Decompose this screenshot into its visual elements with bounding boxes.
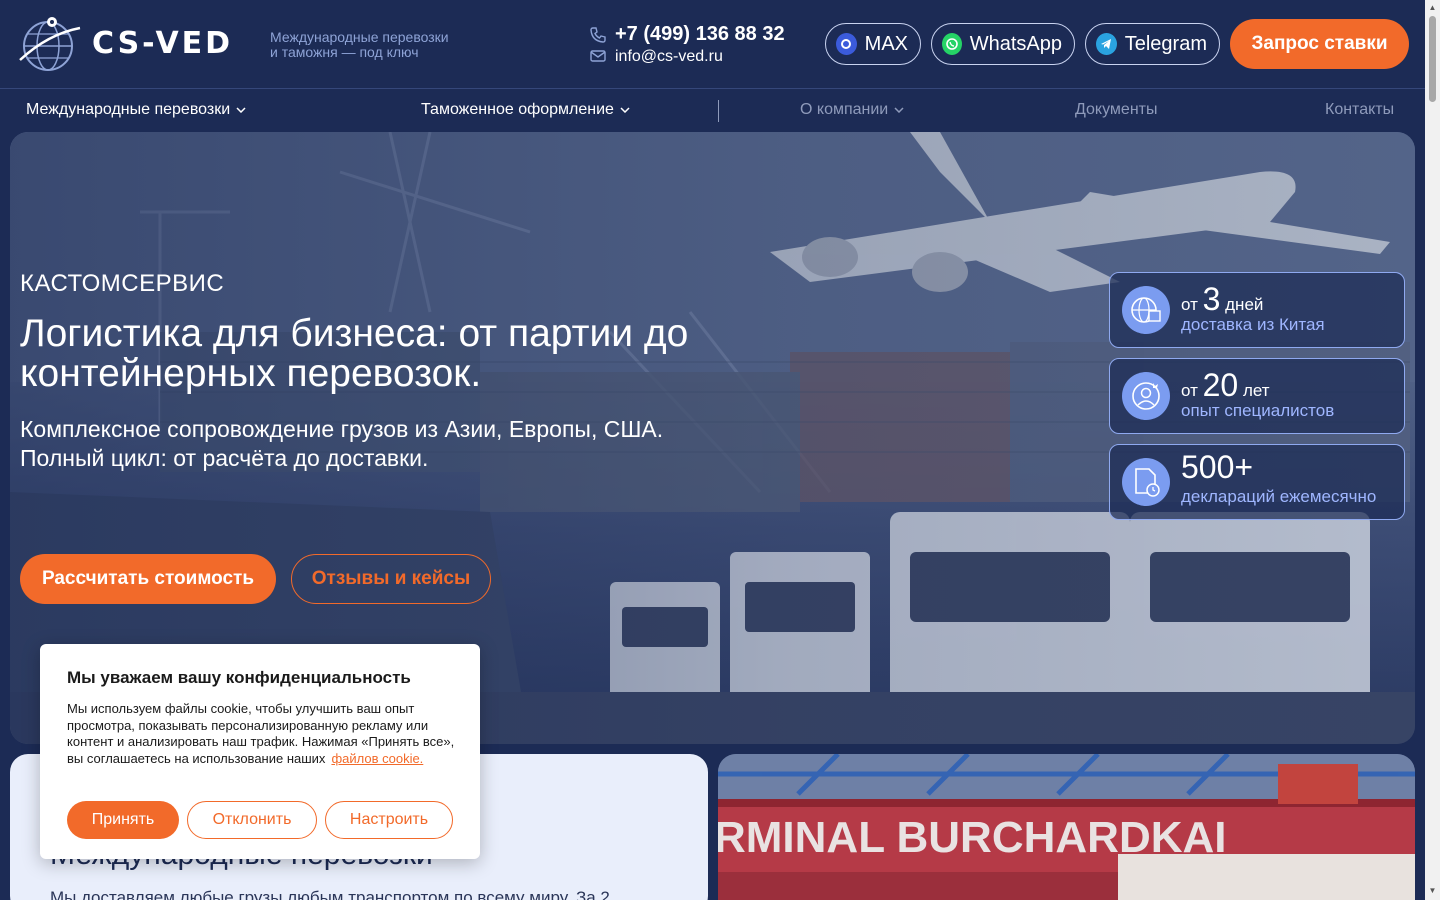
document-clock-icon xyxy=(1122,458,1170,506)
max-icon xyxy=(836,33,857,55)
main-nav: Международные перевозки Таможенное оформ… xyxy=(0,88,1425,132)
site-header: CS-VED Международные перевозки и таможня… xyxy=(0,0,1425,88)
cookie-accept-button[interactable]: Принять xyxy=(67,801,179,839)
phone-link[interactable]: +7 (499) 136 88 32 xyxy=(590,23,785,46)
header-contacts: +7 (499) 136 88 32 info@cs-ved.ru xyxy=(590,23,785,66)
nav-divider xyxy=(718,100,719,122)
stat-caption: доставка из Китая xyxy=(1181,315,1325,334)
cookie-settings-button[interactable]: Настроить xyxy=(325,801,453,839)
calculate-cost-button[interactable]: Рассчитать стоимость xyxy=(20,554,276,604)
scroll-thumb[interactable] xyxy=(1429,16,1436,102)
cookie-policy-link[interactable]: файлов cookie. xyxy=(331,751,423,766)
cookie-text: Мы используем файлы cookie, чтобы улучши… xyxy=(67,701,455,766)
telegram-button[interactable]: Telegram xyxy=(1085,23,1220,65)
scroll-up-arrow-icon[interactable]: ▲ xyxy=(1428,3,1437,12)
stat-card-declarations: 500+ деклараций ежемесячно xyxy=(1109,444,1405,520)
scroll-down-arrow-icon[interactable]: ▼ xyxy=(1428,886,1437,895)
hero-brand: КАСТОМСЕРВИС xyxy=(20,270,225,297)
email-address: info@cs-ved.ru xyxy=(615,48,723,65)
nav-documents[interactable]: Документы xyxy=(1075,101,1157,119)
phone-icon xyxy=(590,26,606,43)
nav-customs-clearance[interactable]: Таможенное оформление xyxy=(421,101,630,119)
mail-icon xyxy=(590,50,606,62)
nav-about[interactable]: О компании xyxy=(800,101,904,119)
globe-box-icon xyxy=(1122,286,1170,334)
email-link[interactable]: info@cs-ved.ru xyxy=(590,46,785,66)
chevron-down-icon xyxy=(894,107,904,113)
telegram-icon xyxy=(1096,33,1117,55)
stat-value: 500+ xyxy=(1181,449,1254,485)
whatsapp-button[interactable]: WhatsApp xyxy=(931,23,1075,65)
terminal-image: RMINAL BURCHARDKAI xyxy=(718,754,1415,900)
stat-value: 3 xyxy=(1202,281,1221,317)
stat-value: 20 xyxy=(1202,367,1239,403)
stat-caption: опыт специалистов xyxy=(1181,401,1335,420)
stat-caption: деклараций ежемесячно xyxy=(1181,487,1377,506)
stat-card-experience: от 20 лет опыт специалистов xyxy=(1109,358,1405,434)
expert-icon xyxy=(1122,372,1170,420)
reviews-cases-button[interactable]: Отзывы и кейсы xyxy=(291,554,491,604)
cookie-consent-dialog: Мы уважаем вашу конфиденциальность Мы ис… xyxy=(40,644,480,859)
terminal-photo: RMINAL BURCHARDKAI xyxy=(718,754,1415,900)
hero-title: Логистика для бизнеса: от партии до конт… xyxy=(20,312,689,395)
stat-card-delivery: от 3 дней доставка из Китая xyxy=(1109,272,1405,348)
chevron-down-icon xyxy=(236,107,246,113)
chevron-down-icon xyxy=(620,107,630,113)
cookie-title: Мы уважаем вашу конфиденциальность xyxy=(67,668,411,687)
max-button[interactable]: MAX xyxy=(825,23,921,65)
page-scrollbar[interactable]: ▲ ▼ xyxy=(1425,0,1440,900)
phone-number: +7 (499) 136 88 32 xyxy=(615,23,785,45)
whatsapp-icon xyxy=(942,33,962,55)
logo[interactable]: CS-VED xyxy=(18,14,233,72)
cookie-decline-button[interactable]: Отклонить xyxy=(187,801,317,839)
logo-text: CS-VED xyxy=(92,25,234,61)
section-text: Мы доставляем любые грузы любым транспор… xyxy=(50,888,610,900)
globe-logo-icon xyxy=(19,17,81,71)
nav-international-transport[interactable]: Международные перевозки xyxy=(26,101,246,119)
request-rate-button[interactable]: Запрос ставки xyxy=(1230,19,1409,69)
nav-contacts[interactable]: Контакты xyxy=(1325,101,1394,119)
tagline: Международные перевозки и таможня — под … xyxy=(270,29,449,60)
hero-subtitle: Комплексное сопровождение грузов из Азии… xyxy=(20,416,664,471)
